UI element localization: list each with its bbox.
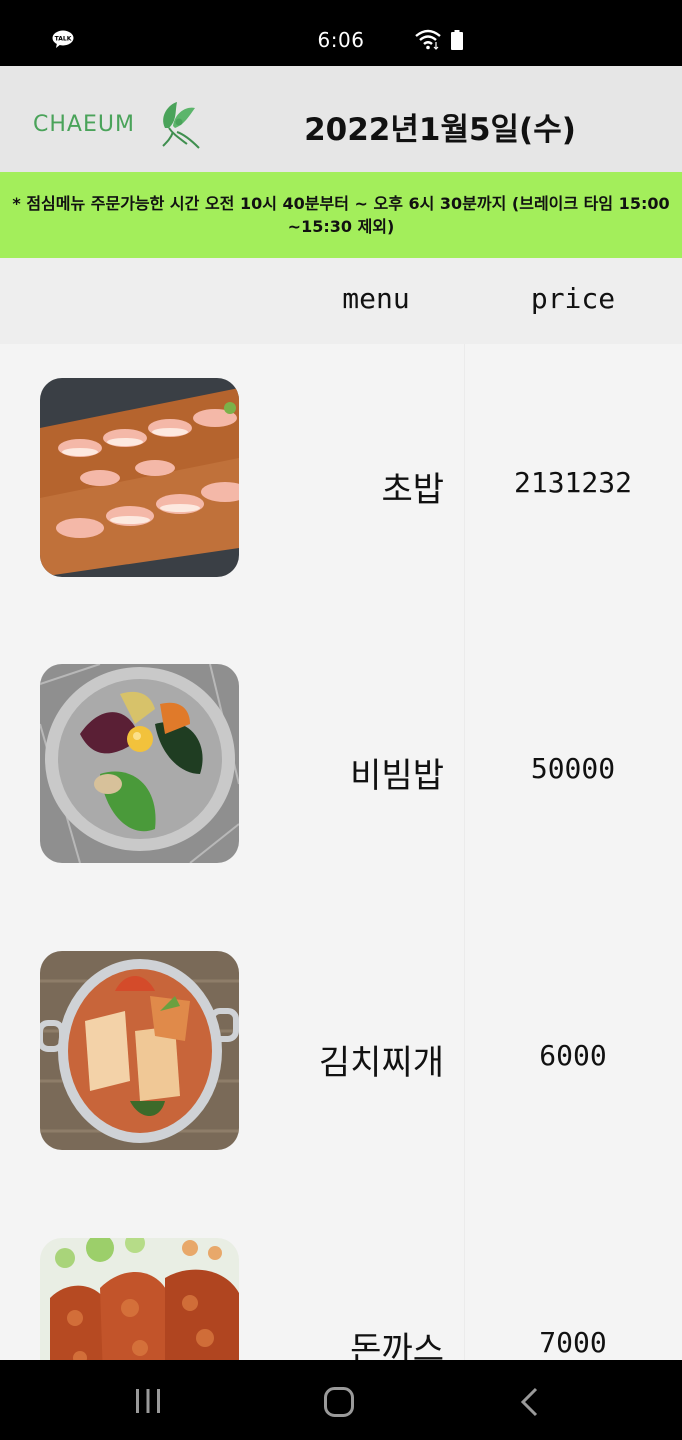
status-bar: TALK 6:06 [0, 0, 682, 66]
leaf-fairy-icon [162, 102, 200, 149]
battery-icon [451, 30, 463, 50]
home-icon[interactable] [323, 1386, 355, 1418]
header-price: price [530, 282, 616, 315]
menu-item-name: 초밥 [381, 470, 444, 510]
logo-text: CHAEUM [33, 112, 135, 137]
menu-item-name: 돈까스 [350, 1330, 444, 1360]
menu-item-price: 6000 [539, 1039, 607, 1072]
salmon-sushi-photo [40, 378, 239, 577]
table-row[interactable]: 초밥 2131232 [0, 344, 682, 631]
app-header: CHAEUM 2022년1월5일(수) [0, 66, 682, 172]
logo[interactable]: CHAEUM [33, 98, 203, 149]
header-menu: menu [342, 282, 410, 315]
bibimbap-photo [40, 664, 239, 863]
table-row[interactable]: 비빔밥 50000 [0, 631, 682, 918]
table-row[interactable]: 돈까스 7000 [0, 1205, 682, 1360]
menu-table[interactable]: menu price 초밥 2131232 비빔밥 50000 김치찌개 600… [0, 258, 682, 1360]
menu-item-name: 김치찌개 [318, 1043, 444, 1083]
navigation-bar [0, 1360, 682, 1440]
menu-item-price: 2131232 [513, 466, 632, 499]
header-date: 2022년1월5일(수) [304, 112, 576, 148]
menu-item-price: 7000 [539, 1326, 607, 1359]
recent-apps-icon[interactable] [133, 1387, 163, 1415]
menu-item-price: 50000 [530, 752, 616, 785]
notice-text: * 점심메뉴 주문가능한 시간 오전 10시 40분부터 ~ 오후 6시 30분… [12, 194, 670, 236]
kimchi-stew-photo [40, 951, 239, 1150]
table-header: menu price [0, 258, 682, 344]
status-time: 6:06 [317, 28, 365, 52]
notice-banner: * 점심메뉴 주문가능한 시간 오전 10시 40분부터 ~ 오후 6시 30분… [0, 172, 682, 258]
pork-cutlet-photo [40, 1238, 239, 1360]
back-icon[interactable] [518, 1387, 542, 1417]
wifi-icon [415, 29, 441, 50]
menu-item-name: 비빔밥 [350, 756, 444, 796]
table-row[interactable]: 김치찌개 6000 [0, 918, 682, 1205]
